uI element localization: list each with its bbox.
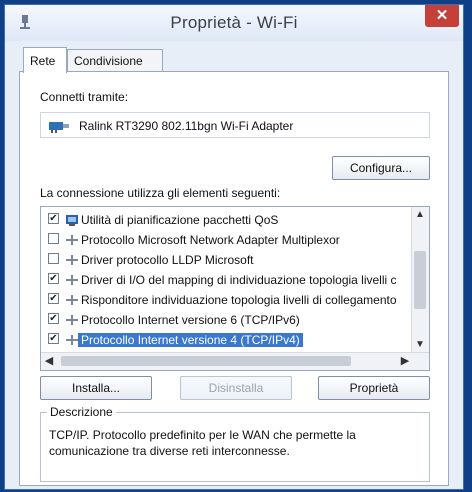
- tab-condivisione[interactable]: Condivisione: [67, 49, 163, 73]
- item-label: Driver protocollo LLDP Microsoft: [81, 253, 254, 267]
- window-title: Proprietà - Wi-Fi: [170, 13, 298, 32]
- vertical-scroll-thumb[interactable]: [414, 251, 426, 309]
- list-item[interactable]: ✔ Protocollo Internet versione 6 (TCP/IP…: [41, 311, 413, 329]
- chevron-up-icon[interactable]: ▲: [412, 207, 428, 223]
- network-panel: Connetti tramite: Ralink RT3290 802.11bg…: [19, 71, 449, 486]
- item-label: Utilità di pianificazione pacchetti QoS: [81, 213, 279, 227]
- checkbox[interactable]: ✔: [48, 293, 59, 304]
- item-label: Protocollo Internet versione 6 (TCP/IPv6…: [81, 313, 300, 327]
- tab-rete[interactable]: Rete: [23, 47, 67, 73]
- checkbox[interactable]: ✔: [48, 333, 59, 344]
- chevron-right-icon[interactable]: ▶: [397, 353, 413, 369]
- network-adapter-icon: [49, 122, 69, 133]
- checkbox[interactable]: ✔: [48, 273, 59, 284]
- properties-button[interactable]: Proprietà: [318, 376, 430, 400]
- adapter-name: Ralink RT3290 802.11bgn Wi-Fi Adapter: [79, 119, 294, 133]
- description-group: Descrizione TCP/IP. Protocollo predefini…: [40, 405, 430, 482]
- description-text: TCP/IP. Protocollo predefinito per le WA…: [49, 428, 356, 458]
- horizontal-scroll-thumb[interactable]: [61, 356, 351, 366]
- list-item[interactable]: Protocollo Microsoft Network Adapter Mul…: [41, 231, 413, 249]
- list-item[interactable]: ✔ Risponditore individuazione topologia …: [41, 291, 413, 309]
- protocol-icon: [66, 335, 78, 345]
- list-item[interactable]: Driver protocollo LLDP Microsoft: [41, 251, 413, 269]
- item-label: Driver di I/O del mapping di individuazi…: [81, 273, 397, 287]
- item-label: Protocollo Internet versione 4 (TCP/IPv4…: [78, 333, 303, 347]
- checkbox[interactable]: ✔: [48, 313, 59, 324]
- qos-icon: [66, 215, 78, 226]
- chevron-left-icon[interactable]: ◀: [41, 353, 57, 369]
- close-button[interactable]: ✕: [425, 5, 459, 27]
- configure-button[interactable]: Configura...: [332, 156, 430, 180]
- item-label: Protocollo Microsoft Network Adapter Mul…: [81, 233, 340, 247]
- horizontal-scrollbar[interactable]: ◀ ▶: [41, 352, 429, 370]
- protocol-icon: [66, 255, 78, 265]
- adapter-field: Ralink RT3290 802.11bgn Wi-Fi Adapter: [40, 112, 430, 138]
- chevron-down-icon[interactable]: ▼: [412, 337, 428, 353]
- checkbox[interactable]: [48, 233, 59, 244]
- properties-window: Proprietà - Wi-Fi ✕ Rete Condivisione Co…: [4, 4, 464, 490]
- connect-via-label: Connetti tramite:: [40, 90, 129, 104]
- list-item-selected[interactable]: ✔ Protocollo Internet versione 4 (TCP/IP…: [41, 331, 413, 349]
- list-item[interactable]: ✔ Utilità di pianificazione pacchetti Qo…: [41, 211, 413, 229]
- vertical-scrollbar[interactable]: ▲ ▼: [411, 207, 429, 353]
- item-label: Risponditore individuazione topologia li…: [81, 293, 397, 307]
- protocol-icon: [66, 295, 78, 305]
- description-title: Descrizione: [47, 405, 116, 419]
- protocol-icon: [66, 235, 78, 245]
- checkbox[interactable]: ✔: [48, 213, 59, 224]
- checkbox[interactable]: [48, 253, 59, 264]
- title-bar[interactable]: Proprietà - Wi-Fi ✕: [5, 5, 463, 41]
- list-viewport: ✔ Utilità di pianificazione pacchetti Qo…: [41, 207, 413, 353]
- protocol-icon: [66, 315, 78, 325]
- protocol-icon: [66, 275, 78, 285]
- uninstall-button[interactable]: Disinstalla: [180, 376, 292, 400]
- items-label: La connessione utilizza gli elementi seg…: [40, 186, 281, 200]
- install-button[interactable]: Installa...: [40, 376, 152, 400]
- components-list[interactable]: ✔ Utilità di pianificazione pacchetti Qo…: [40, 206, 430, 371]
- list-item[interactable]: ✔ Driver di I/O del mapping di individua…: [41, 271, 413, 289]
